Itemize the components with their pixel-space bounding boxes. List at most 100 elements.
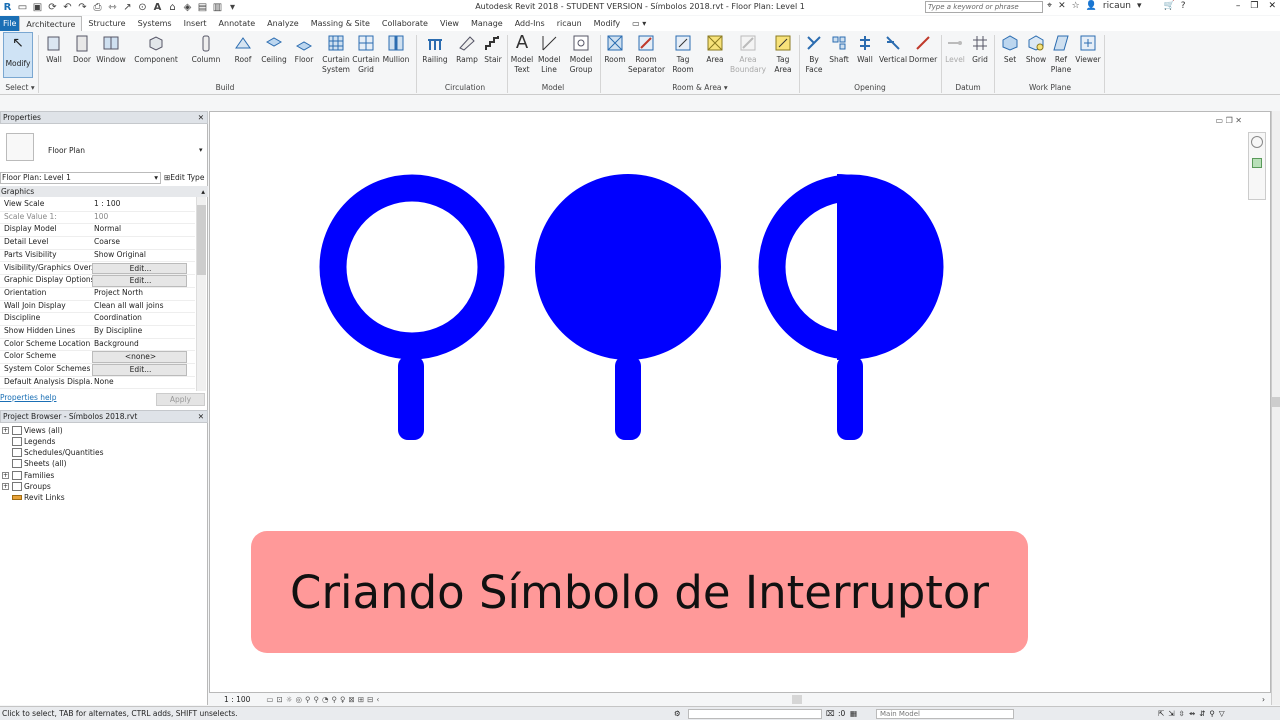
- set-button[interactable]: Set: [1000, 33, 1020, 65]
- property-value[interactable]: Coordination: [92, 313, 195, 325]
- tab-file[interactable]: File: [0, 16, 20, 31]
- curtain-system-button[interactable]: Curtain System: [320, 33, 352, 75]
- tree-item-revit-links[interactable]: Revit Links: [0, 492, 65, 503]
- room-separator-button[interactable]: Room Separator: [628, 33, 665, 75]
- steering-wheel-icon[interactable]: [1251, 136, 1263, 148]
- property-value[interactable]: Normal: [92, 224, 195, 236]
- door-button[interactable]: Door: [71, 33, 93, 65]
- minimize-icon[interactable]: ▭: [1215, 116, 1223, 125]
- property-row[interactable]: Color Scheme Location Background: [0, 339, 195, 352]
- tree-item-views[interactable]: + Views (all): [0, 425, 63, 436]
- scrollbar-thumb[interactable]: [1272, 397, 1280, 407]
- tab-manage[interactable]: Manage: [465, 16, 509, 31]
- property-value[interactable]: By Discipline: [92, 326, 195, 338]
- canvas-scrollbar[interactable]: [1271, 111, 1280, 705]
- dormer-button[interactable]: Dormer: [909, 33, 937, 65]
- property-row[interactable]: View Scale 1 : 100: [0, 199, 195, 212]
- property-value[interactable]: Show Original: [92, 250, 195, 262]
- selection-filter-icons[interactable]: ⇱⇲⇳⇴⇵⚲▽: [1158, 707, 1229, 720]
- select-dropdown[interactable]: Select ▾: [3, 83, 37, 92]
- stair-button[interactable]: Stair: [482, 33, 504, 65]
- tab-architecture[interactable]: Architecture: [19, 16, 83, 31]
- scroll-right-icon[interactable]: ›: [1262, 695, 1265, 704]
- ref-plane-button[interactable]: Ref Plane: [1050, 33, 1072, 75]
- close-icon[interactable]: ✕: [198, 112, 204, 123]
- tree-item-families[interactable]: + Families: [0, 470, 54, 481]
- property-row[interactable]: Orientation Project North: [0, 288, 195, 301]
- property-row[interactable]: Default Analysis Displa... None: [0, 377, 195, 390]
- modify-button[interactable]: ↖ Modify: [3, 32, 33, 78]
- wall-opening-button[interactable]: Wall: [855, 33, 875, 65]
- property-row[interactable]: Color Scheme <none>: [0, 351, 195, 365]
- editable-only-icon[interactable]: ⌧: [826, 707, 835, 720]
- tag-room-button[interactable]: Tag Room: [670, 33, 696, 75]
- tag-area-button[interactable]: Tag Area: [770, 33, 796, 75]
- property-row[interactable]: Wall Join Display Clean all wall joins: [0, 301, 195, 314]
- area-boundary-button[interactable]: Area Boundary: [730, 33, 766, 75]
- wall-button[interactable]: Wall: [44, 33, 64, 65]
- property-row[interactable]: Parts Visibility Show Original: [0, 250, 195, 263]
- property-row[interactable]: System Color Schemes Edit...: [0, 364, 195, 377]
- ceiling-button[interactable]: Ceiling: [260, 33, 288, 65]
- tab-insert[interactable]: Insert: [178, 16, 213, 31]
- property-row[interactable]: Visibility/Graphics Over... Edit...: [0, 262, 195, 276]
- worksets-icon[interactable]: ⚙: [674, 707, 681, 720]
- property-row[interactable]: Scale Value 1: 100: [0, 212, 195, 225]
- user-icon[interactable]: 👤: [1086, 1, 1097, 11]
- close-icon[interactable]: ✕: [1268, 1, 1276, 11]
- undo-icon[interactable]: ↶: [62, 2, 73, 13]
- property-row[interactable]: Graphic Display Options Edit...: [0, 275, 195, 288]
- tab-view[interactable]: View: [434, 16, 465, 31]
- property-row[interactable]: Show Hidden Lines By Discipline: [0, 326, 195, 339]
- expand-icon[interactable]: +: [2, 483, 9, 490]
- expand-icon[interactable]: +: [2, 427, 9, 434]
- grid-button[interactable]: Grid: [970, 33, 990, 65]
- property-value[interactable]: Clean all wall joins: [92, 301, 195, 313]
- apply-button[interactable]: Apply: [156, 393, 205, 406]
- model-group-button[interactable]: Model Group: [567, 33, 595, 75]
- property-row[interactable]: Discipline Coordination: [0, 313, 195, 326]
- property-row[interactable]: Detail Level Coarse: [0, 237, 195, 250]
- redo-icon[interactable]: ↷: [77, 2, 88, 13]
- level-button[interactable]: Level: [945, 33, 965, 65]
- minimize-icon[interactable]: –: [1236, 1, 1241, 11]
- expand-icon[interactable]: +: [2, 472, 9, 479]
- property-edit-button[interactable]: Edit...: [92, 262, 187, 275]
- show-button[interactable]: Show: [1024, 33, 1048, 65]
- property-edit-button[interactable]: <none>: [92, 351, 187, 364]
- measure-icon[interactable]: ⇿: [107, 2, 118, 13]
- property-edit-button[interactable]: Edit...: [92, 275, 187, 287]
- edit-type-button[interactable]: ⊞Edit Type: [164, 173, 204, 182]
- roof-button[interactable]: Roof: [232, 33, 254, 65]
- sync-icon[interactable]: ⟳: [47, 2, 58, 13]
- zoom-icon[interactable]: [1252, 158, 1262, 168]
- help-icon[interactable]: ?: [1181, 1, 1186, 11]
- design-options-icon[interactable]: ▦: [850, 707, 857, 720]
- view-selector[interactable]: Floor Plan: Level 1 ▾: [0, 172, 161, 184]
- property-row[interactable]: Display Model Normal: [0, 224, 195, 238]
- model-line-button[interactable]: Model Line: [538, 33, 561, 75]
- restore-icon[interactable]: ❐: [1226, 116, 1233, 125]
- properties-help-link[interactable]: Properties help: [0, 393, 57, 402]
- exchange-icon[interactable]: 🛒: [1164, 1, 1175, 11]
- viewer-button[interactable]: Viewer: [1075, 33, 1101, 65]
- by-face-button[interactable]: By Face: [803, 33, 825, 75]
- subscription-icon[interactable]: ✕: [1058, 1, 1066, 11]
- revit-logo-icon[interactable]: R: [2, 2, 13, 13]
- group-graphics[interactable]: Graphics ▴: [0, 186, 208, 197]
- tab-ricaun[interactable]: ricaun: [551, 16, 588, 31]
- curtain-grid-button[interactable]: Curtain Grid: [352, 33, 380, 75]
- section-icon[interactable]: ◈: [182, 2, 193, 13]
- view-scale[interactable]: 1 : 100: [224, 695, 250, 704]
- tab-add-ins[interactable]: Add-Ins: [509, 16, 551, 31]
- tree-item-groups[interactable]: + Groups: [0, 481, 51, 492]
- mullion-button[interactable]: Mullion: [382, 33, 410, 65]
- room-button[interactable]: Room: [603, 33, 627, 65]
- dimension-icon[interactable]: ↗: [122, 2, 133, 13]
- shaft-button[interactable]: Shaft: [828, 33, 850, 65]
- close-icon[interactable]: ✕: [1235, 116, 1242, 125]
- tab-analyze[interactable]: Analyze: [261, 16, 305, 31]
- component-button[interactable]: Component: [134, 33, 178, 65]
- room-area-panel-title[interactable]: Room & Area ▾: [660, 83, 740, 92]
- ribbon-minimize-icon[interactable]: ▭ ▾: [626, 16, 652, 31]
